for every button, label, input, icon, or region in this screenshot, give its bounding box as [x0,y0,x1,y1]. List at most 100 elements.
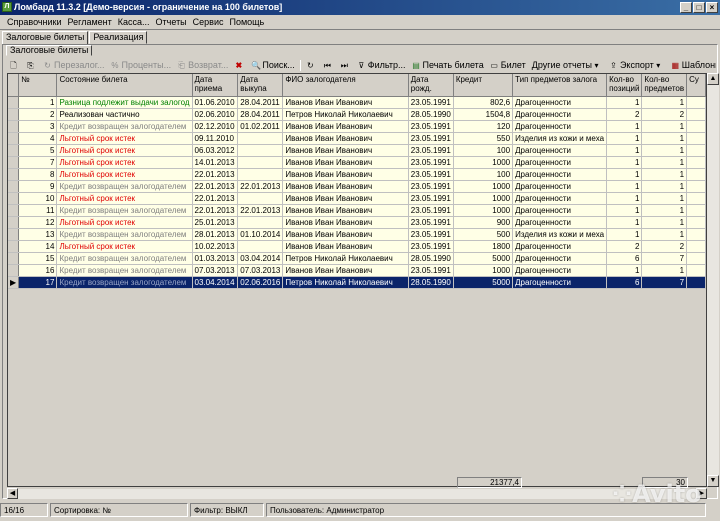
minimize-button[interactable]: _ [680,2,692,13]
cell-item-type[interactable]: Драгоценности [512,252,608,265]
row-indicator[interactable] [8,120,20,133]
interest-button[interactable]: % Проценты... [107,58,174,72]
cell-credit[interactable]: 1800 [453,240,514,253]
cell-date-received[interactable]: 22.01.2013 [192,168,239,181]
cell-date-received[interactable]: 22.01.2013 [192,204,239,217]
cell-credit[interactable]: 802,6 [453,96,514,109]
cell-items[interactable]: 1 [641,228,688,241]
menu-regulations[interactable]: Регламент [65,15,115,29]
cell-item-type[interactable]: Драгоценности [512,276,608,289]
menu-reports[interactable]: Отчеты [153,15,190,29]
cell-items[interactable]: 1 [641,192,688,205]
cell-credit[interactable]: 100 [453,168,514,181]
cell-credit[interactable]: 120 [453,120,514,133]
row-indicator[interactable] [8,228,20,241]
cell-credit[interactable]: 1000 [453,192,514,205]
col-number[interactable]: № [18,74,58,97]
row-indicator[interactable] [8,108,20,121]
cell-items[interactable]: 7 [641,252,688,265]
cell-date-received[interactable]: 22.01.2013 [192,192,239,205]
cell-birth-date[interactable]: 28.05.1990 [408,108,454,121]
cell-items[interactable]: 1 [641,264,688,277]
cell-number[interactable]: 9 [18,180,58,193]
cell-pledger-name[interactable]: Иванов Иван Иванович [282,240,409,253]
scroll-left-icon[interactable]: ◀ [7,488,18,499]
cell-positions[interactable]: 2 [606,108,643,121]
cell-items[interactable]: 1 [641,120,688,133]
cell-date-redeemed[interactable]: 28.04.2011 [237,96,284,109]
cell-date-received[interactable]: 14.01.2013 [192,156,239,169]
cell-number[interactable]: 15 [18,252,58,265]
col-date-redeemed[interactable]: Дата выкупа [237,74,284,97]
horizontal-scrollbar[interactable]: ◀ ▶ [7,488,707,499]
cell-item-type[interactable]: Драгоценности [512,180,608,193]
cell-item-type[interactable]: Изделия из кожи и меха [512,132,608,145]
cell-date-received[interactable]: 07.03.2013 [192,264,239,277]
cell-item-type[interactable]: Драгоценности [512,240,608,253]
cell-sum[interactable] [686,144,706,157]
cell-sum[interactable] [686,276,706,289]
close-button[interactable]: × [706,2,718,13]
cell-ticket-state[interactable]: Разница подлежит выдачи залогод [56,96,193,109]
first-record-button[interactable]: ⏮ [320,58,337,72]
cell-birth-date[interactable]: 23.05.1991 [408,120,454,133]
cell-number[interactable]: 1 [18,96,58,109]
cell-pledger-name[interactable]: Иванов Иван Иванович [282,96,409,109]
cell-positions[interactable]: 1 [606,96,643,109]
menu-help[interactable]: Помощь [226,15,267,29]
cell-positions[interactable]: 1 [606,120,643,133]
cell-birth-date[interactable]: 23.05.1991 [408,204,454,217]
cell-item-type[interactable]: Драгоценности [512,168,608,181]
last-record-button[interactable]: ⏭ [337,58,354,72]
table-row[interactable]: 12 Льготный срок истек 25.01.2013 Иванов Ив… [8,216,706,229]
cell-sum[interactable] [686,264,706,277]
cell-ticket-state[interactable]: Льготный срок истек [56,132,193,145]
row-indicator[interactable] [8,168,20,181]
table-row[interactable]: 15 Кредит возвращен залогодателем 01.03.20… [8,252,706,265]
row-indicator[interactable] [8,180,20,193]
cell-date-redeemed[interactable] [237,192,284,205]
cell-sum[interactable] [686,204,706,217]
cell-pledger-name[interactable]: Петров Николай Николаевич [282,276,409,289]
table-row[interactable]: 1 Разница подлежит выдачи залогод 01.06.20… [8,96,706,109]
cell-credit[interactable]: 500 [453,228,514,241]
cell-items[interactable]: 7 [641,276,688,289]
table-row[interactable]: ▶ 17 Кредит возвращен залогодателем 03.04.2… [8,276,706,289]
table-row[interactable]: 2 Реализован частично 02.06.2010 28.04.2011… [8,108,706,121]
cell-sum[interactable] [686,108,706,121]
cell-item-type[interactable]: Изделия из кожи и меха [512,228,608,241]
cell-date-received[interactable]: 02.12.2010 [192,120,239,133]
cell-items[interactable]: 1 [641,156,688,169]
cell-date-redeemed[interactable]: 22.01.2013 [237,180,284,193]
row-indicator[interactable] [8,156,20,169]
cell-pledger-name[interactable]: Петров Николай Николаевич [282,252,409,265]
cell-birth-date[interactable]: 23.05.1991 [408,216,454,229]
cell-positions[interactable]: 2 [606,240,643,253]
cell-number[interactable]: 12 [18,216,58,229]
group-title[interactable]: Залоговые билеты [6,45,93,56]
cell-positions[interactable]: 1 [606,132,643,145]
cell-birth-date[interactable]: 28.05.1990 [408,276,454,289]
cell-date-received[interactable]: 25.01.2013 [192,216,239,229]
col-birth-date[interactable]: Дата рожд. [408,74,454,97]
cell-date-received[interactable]: 01.03.2013 [192,252,239,265]
cell-date-received[interactable]: 06.03.2012 [192,144,239,157]
cell-ticket-state[interactable]: Льготный срок истек [56,144,193,157]
cell-date-redeemed[interactable]: 03.04.2014 [237,252,284,265]
cell-sum[interactable] [686,240,706,253]
table-row[interactable]: 5 Льготный срок истек 06.03.2012 Иванов Ива… [8,144,706,157]
cell-ticket-state[interactable]: Кредит возвращен залогодателем [56,180,193,193]
cell-number[interactable]: 17 [18,276,58,289]
cell-items[interactable]: 2 [641,108,688,121]
cell-ticket-state[interactable]: Кредит возвращен залогодателем [56,252,193,265]
cell-item-type[interactable]: Драгоценности [512,216,608,229]
cell-ticket-state[interactable]: Кредит возвращен залогодателем [56,204,193,217]
cell-credit[interactable]: 5000 [453,276,514,289]
row-indicator[interactable] [8,264,20,277]
cell-sum[interactable] [686,192,706,205]
export-button[interactable]: ⇪ Экспорт ▾ [606,58,668,72]
cell-ticket-state[interactable]: Реализован частично [56,108,193,121]
cell-positions[interactable]: 6 [606,276,643,289]
row-indicator[interactable] [8,132,20,145]
cell-sum[interactable] [686,228,706,241]
